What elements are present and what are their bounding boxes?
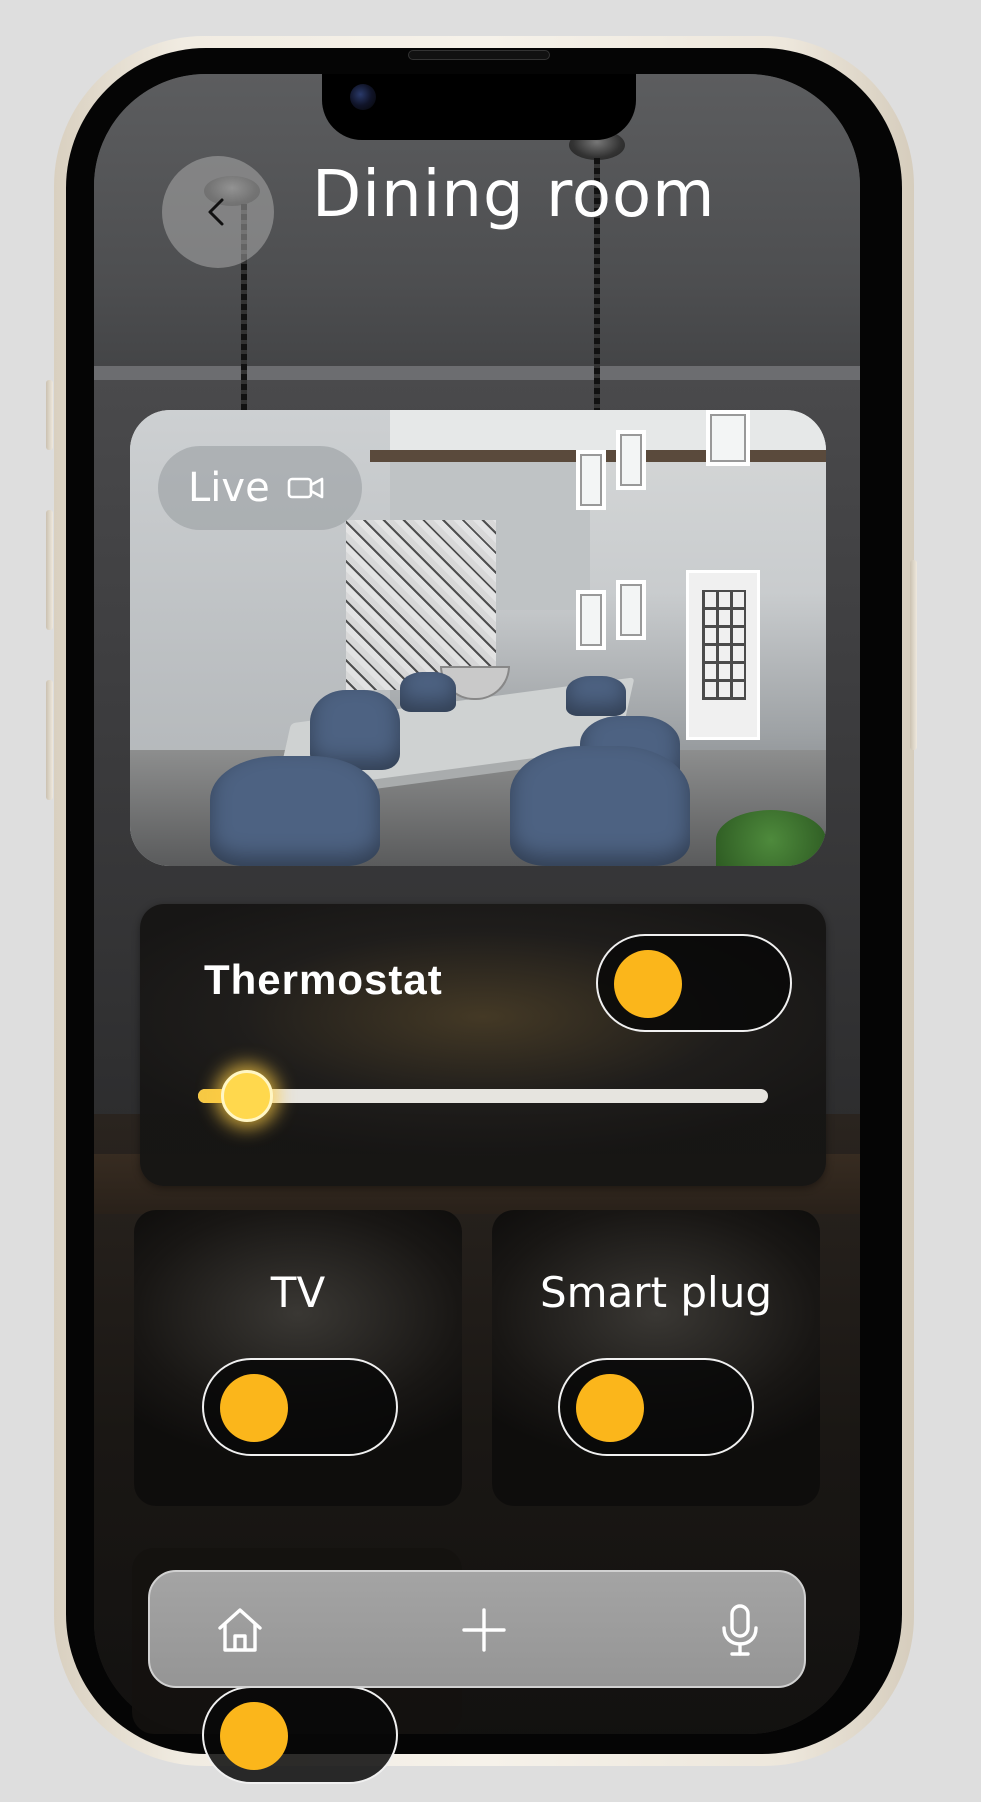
ceiling-trim	[94, 366, 860, 380]
earpiece-speaker	[408, 50, 550, 60]
feed-window	[576, 590, 606, 650]
home-icon[interactable]	[212, 1602, 268, 1658]
mute-switch	[46, 380, 53, 450]
feed-plant	[716, 810, 826, 866]
feed-window	[616, 580, 646, 640]
chevron-left-icon	[208, 198, 224, 226]
feed-door-pattern	[702, 590, 746, 700]
thermostat-slider-track[interactable]	[198, 1089, 768, 1103]
power-button	[910, 560, 917, 750]
feed-chair	[400, 672, 456, 712]
volume-down-button	[46, 680, 53, 800]
tv-label: TV	[270, 1268, 326, 1317]
feed-window	[706, 410, 750, 466]
plus-icon[interactable]	[456, 1602, 512, 1658]
thermostat-slider-thumb[interactable]	[220, 1070, 273, 1122]
thermostat-toggle[interactable]	[596, 934, 792, 1032]
smart-plug-label: Smart plug	[539, 1268, 772, 1317]
tv-toggle[interactable]	[202, 1358, 398, 1456]
feed-chair	[510, 746, 690, 866]
feed-chair	[566, 676, 626, 716]
back-button[interactable]	[162, 156, 274, 268]
feed-patterned-wall	[346, 520, 496, 690]
video-camera-icon	[287, 477, 323, 499]
feed-window	[616, 430, 646, 490]
page-title: Dining room	[312, 158, 716, 232]
smart-plug-toggle[interactable]	[558, 1358, 754, 1456]
front-camera	[350, 84, 376, 110]
microphone-icon[interactable]	[712, 1602, 768, 1658]
toggle-knob	[220, 1702, 288, 1770]
feed-chair	[210, 756, 380, 866]
toggle-knob	[220, 1374, 288, 1442]
toggle-knob	[576, 1374, 644, 1442]
partial-device-toggle[interactable]	[202, 1686, 398, 1784]
live-badge[interactable]: Live	[158, 446, 362, 530]
thermostat-label: Thermostat	[204, 956, 443, 1003]
feed-ceiling	[390, 410, 826, 450]
toggle-knob	[614, 950, 682, 1018]
live-label: Live	[188, 465, 270, 511]
feed-window	[576, 450, 606, 510]
volume-up-button	[46, 510, 53, 630]
